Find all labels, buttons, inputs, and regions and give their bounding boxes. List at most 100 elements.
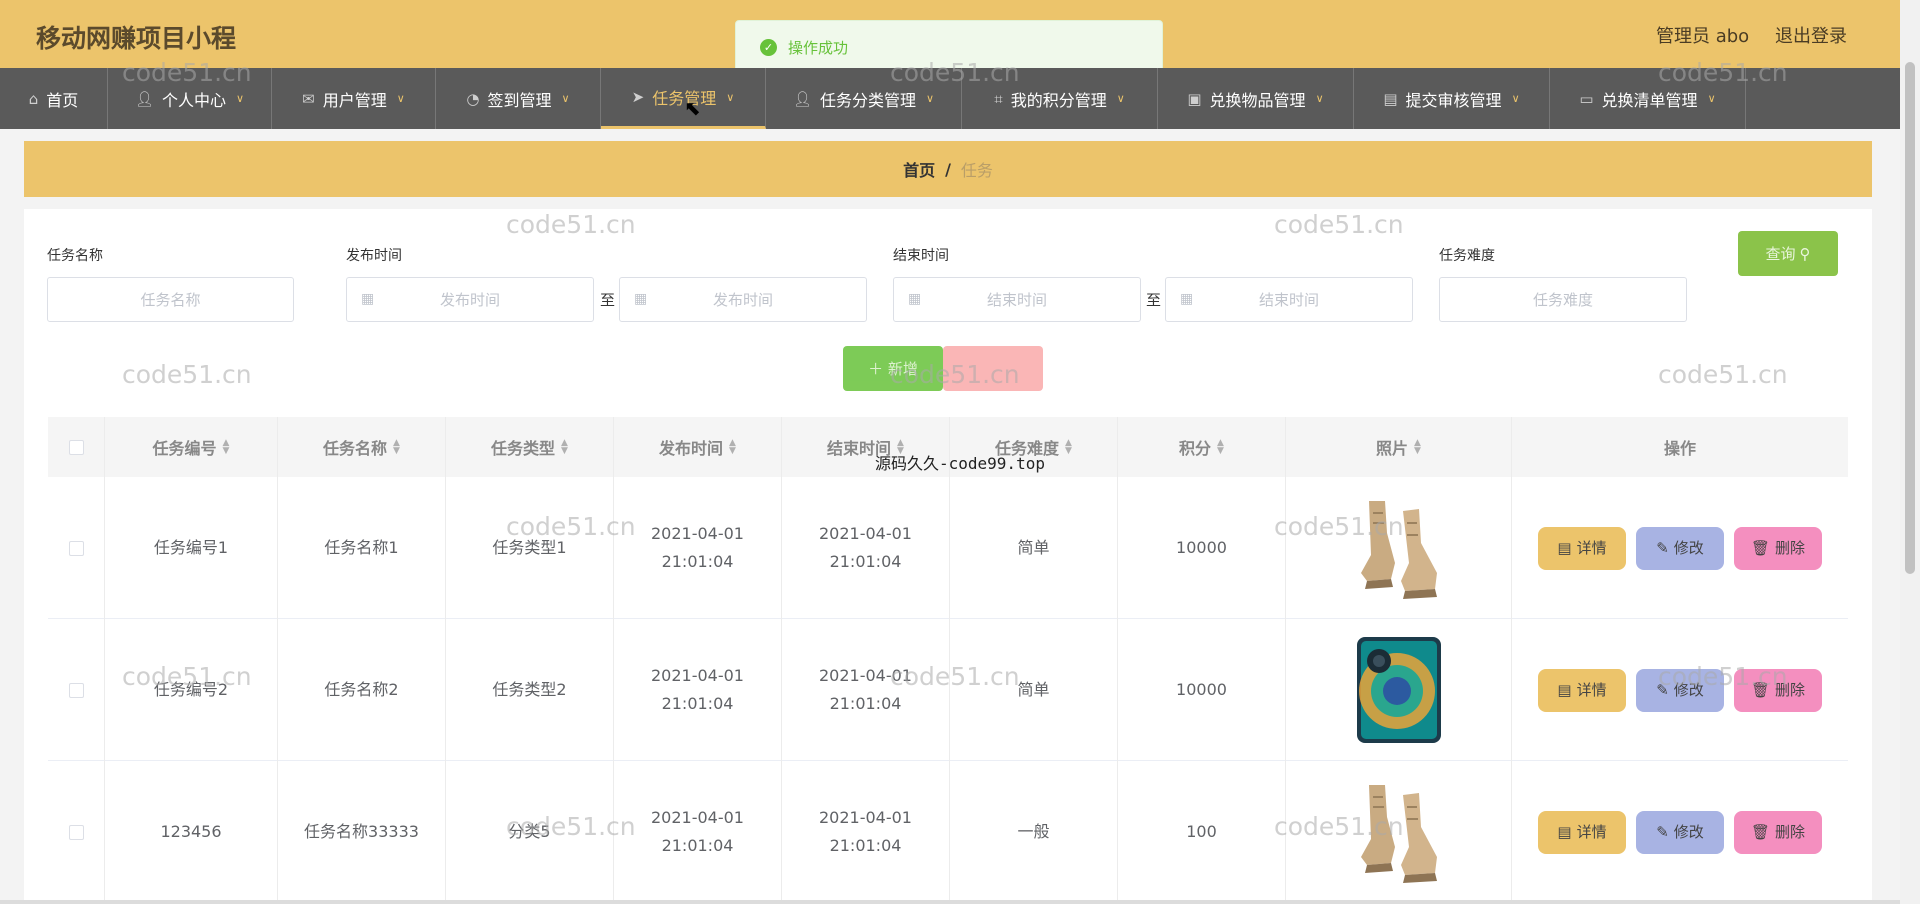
search-icon: ⚲ <box>1799 244 1811 263</box>
cell-actions: ▤ 详情 ✎ 修改 🗑︎ 删除 <box>1512 477 1848 619</box>
logout-link[interactable]: 退出登录 <box>1775 22 1847 48</box>
crop-icon: ⌗ <box>994 89 1003 108</box>
pencil-icon: ✎ <box>1656 823 1669 841</box>
select-all-checkbox[interactable] <box>68 439 84 455</box>
delete-button[interactable]: 🗑︎ 删除 <box>1734 668 1822 712</box>
cell-actions: ▤ 详情 ✎ 修改 🗑︎ 删除 <box>1512 761 1848 903</box>
delete-button[interactable]: 🗑︎ 删除 <box>1734 810 1822 854</box>
col-header-difficulty[interactable]: 任务难度 ▲ ▼ <box>950 417 1118 477</box>
calendar-icon: ▦ <box>908 291 922 307</box>
breadcrumb-separator: / <box>945 159 951 179</box>
nav-item-checkin-management[interactable]: ◔ 签到管理 ∨ <box>436 68 601 129</box>
chevron-down-icon: ∨ <box>1707 92 1716 105</box>
boots-photo[interactable] <box>1351 777 1447 887</box>
nav-item-exchange-goods-management[interactable]: ▣ 兑换物品管理 ∨ <box>1158 68 1354 129</box>
current-user: 管理员 abo <box>1656 26 1750 47</box>
col-header-task-id[interactable]: 任务编号 ▲ ▼ <box>105 417 278 477</box>
nav-item-task-category-management[interactable]: 👤︎ 任务分类管理 ∨ <box>766 68 962 129</box>
nav-item-label: 签到管理 <box>487 90 552 110</box>
col-header-task-name[interactable]: 任务名称 ▲ ▼ <box>278 417 446 477</box>
document-icon: ▤ <box>1557 539 1572 557</box>
bottom-edge <box>0 900 1900 904</box>
col-header-end-time[interactable]: 结束时间 ▲ ▼ <box>782 417 950 477</box>
cell-task-type: 任务类型2 <box>446 619 614 761</box>
chevron-down-icon: ∨ <box>561 92 570 105</box>
nav-item-exchange-list-management[interactable]: ▭ 兑换清单管理 ∨ <box>1550 68 1746 129</box>
nav-item-label: 提交审核管理 <box>1405 90 1502 110</box>
row-checkbox[interactable] <box>68 824 84 840</box>
row-checkbox[interactable] <box>68 682 84 698</box>
chevron-down-icon: ∨ <box>396 92 405 105</box>
boots-photo[interactable] <box>1351 493 1447 603</box>
sort-icon: ▲ ▼ <box>1414 438 1421 456</box>
table-row: 123456 任务名称33333 分类5 2021-04-01 21:01:04… <box>48 761 1848 903</box>
nav-item-submission-review-management[interactable]: ▤ 提交审核管理 ∨ <box>1354 68 1550 129</box>
chevron-down-icon: ∨ <box>926 92 935 105</box>
cell-end-time: 2021-04-01 21:01:04 <box>782 761 950 903</box>
detail-button[interactable]: ▤ 详情 <box>1538 668 1626 712</box>
cell-points: 10000 <box>1118 477 1286 619</box>
trash-icon: 🗑︎ <box>1750 539 1771 557</box>
nav-item-personal-center[interactable]: 👤︎ 个人中心 ∨ <box>108 68 272 129</box>
user-icon: 👤︎ <box>792 89 812 108</box>
col-header-publish-time[interactable]: 发布时间 ▲ ▼ <box>614 417 782 477</box>
cell-difficulty: 简单 <box>950 619 1118 761</box>
cell-points: 100 <box>1118 761 1286 903</box>
edit-button[interactable]: ✎ 修改 <box>1636 668 1724 712</box>
table-row: 任务编号1 任务名称1 任务类型1 2021-04-01 21:01:04 20… <box>48 477 1848 619</box>
nav-item-label: 用户管理 <box>322 90 387 110</box>
phone-photo[interactable] <box>1351 635 1447 745</box>
cell-end-time: 2021-04-01 21:01:04 <box>782 477 950 619</box>
check-circle-icon: ✓ <box>760 39 777 56</box>
cell-publish-time: 2021-04-01 21:01:04 <box>614 619 782 761</box>
trash-icon: 🗑︎ <box>1750 681 1771 699</box>
cell-task-name: 任务名称2 <box>278 619 446 761</box>
sort-icon: ▲ ▼ <box>393 438 400 456</box>
batch-delete-button[interactable] <box>943 346 1043 391</box>
trash-icon: 🗑︎ <box>1750 823 1771 841</box>
clipboard-icon: ▤ <box>1383 89 1398 108</box>
scrollbar-thumb[interactable] <box>1905 62 1915 574</box>
chevron-down-icon: ∨ <box>1116 92 1125 105</box>
delete-button[interactable]: 🗑︎ 删除 <box>1734 526 1822 570</box>
add-button[interactable]: ＋ 新增 <box>843 346 943 391</box>
task-name-input[interactable]: 任务名称 <box>47 277 294 322</box>
success-toast: ✓ 操作成功 <box>735 20 1163 73</box>
query-button[interactable]: 查询 ⚲ <box>1738 231 1838 276</box>
publish-time-start-input[interactable]: ▦ 发布时间 <box>346 277 594 322</box>
difficulty-input[interactable]: 任务难度 <box>1439 277 1687 322</box>
sort-icon: ▲ ▼ <box>897 438 904 456</box>
col-header-task-type[interactable]: 任务类型 ▲ ▼ <box>446 417 614 477</box>
range-separator: 至 <box>1146 291 1162 309</box>
publish-time-end-input[interactable]: ▦ 发布时间 <box>619 277 867 322</box>
edit-button[interactable]: ✎ 修改 <box>1636 810 1724 854</box>
col-header-points[interactable]: 积分 ▲ ▼ <box>1118 417 1286 477</box>
nav-item-label: 兑换物品管理 <box>1209 90 1306 110</box>
document-icon: ▤ <box>1557 681 1572 699</box>
send-icon: ➤ <box>631 88 645 106</box>
monitor-icon: ▭ <box>1579 89 1594 108</box>
pencil-icon: ✎ <box>1656 681 1669 699</box>
nav-item-home[interactable]: ⌂ 首页 <box>0 68 108 129</box>
cell-photo <box>1286 477 1512 619</box>
sort-icon: ▲ ▼ <box>561 438 568 456</box>
breadcrumb-home[interactable]: 首页 <box>903 157 935 181</box>
cell-publish-time: 2021-04-01 21:01:04 <box>614 477 782 619</box>
document-icon: ▤ <box>1557 823 1572 841</box>
nav-item-user-management[interactable]: ✉ 用户管理 ∨ <box>272 68 436 129</box>
nav-item-label: 个人中心 <box>161 90 226 110</box>
edit-button[interactable]: ✎ 修改 <box>1636 526 1724 570</box>
detail-button[interactable]: ▤ 详情 <box>1538 526 1626 570</box>
cell-task-type: 分类5 <box>446 761 614 903</box>
nav-item-my-points-management[interactable]: ⌗ 我的积分管理 ∨ <box>962 68 1158 129</box>
nav-item-label: 兑换清单管理 <box>1601 90 1698 110</box>
range-separator: 至 <box>600 291 616 309</box>
end-time-end-input[interactable]: ▦ 结束时间 <box>1165 277 1413 322</box>
col-header-photo[interactable]: 照片 ▲ ▼ <box>1286 417 1512 477</box>
row-checkbox[interactable] <box>68 540 84 556</box>
page-scrollbar[interactable] <box>1900 0 1920 904</box>
breadcrumb-current: 任务 <box>960 161 993 180</box>
detail-button[interactable]: ▤ 详情 <box>1538 810 1626 854</box>
end-time-start-input[interactable]: ▦ 结束时间 <box>893 277 1141 322</box>
mail-icon: ✉ <box>302 89 315 108</box>
